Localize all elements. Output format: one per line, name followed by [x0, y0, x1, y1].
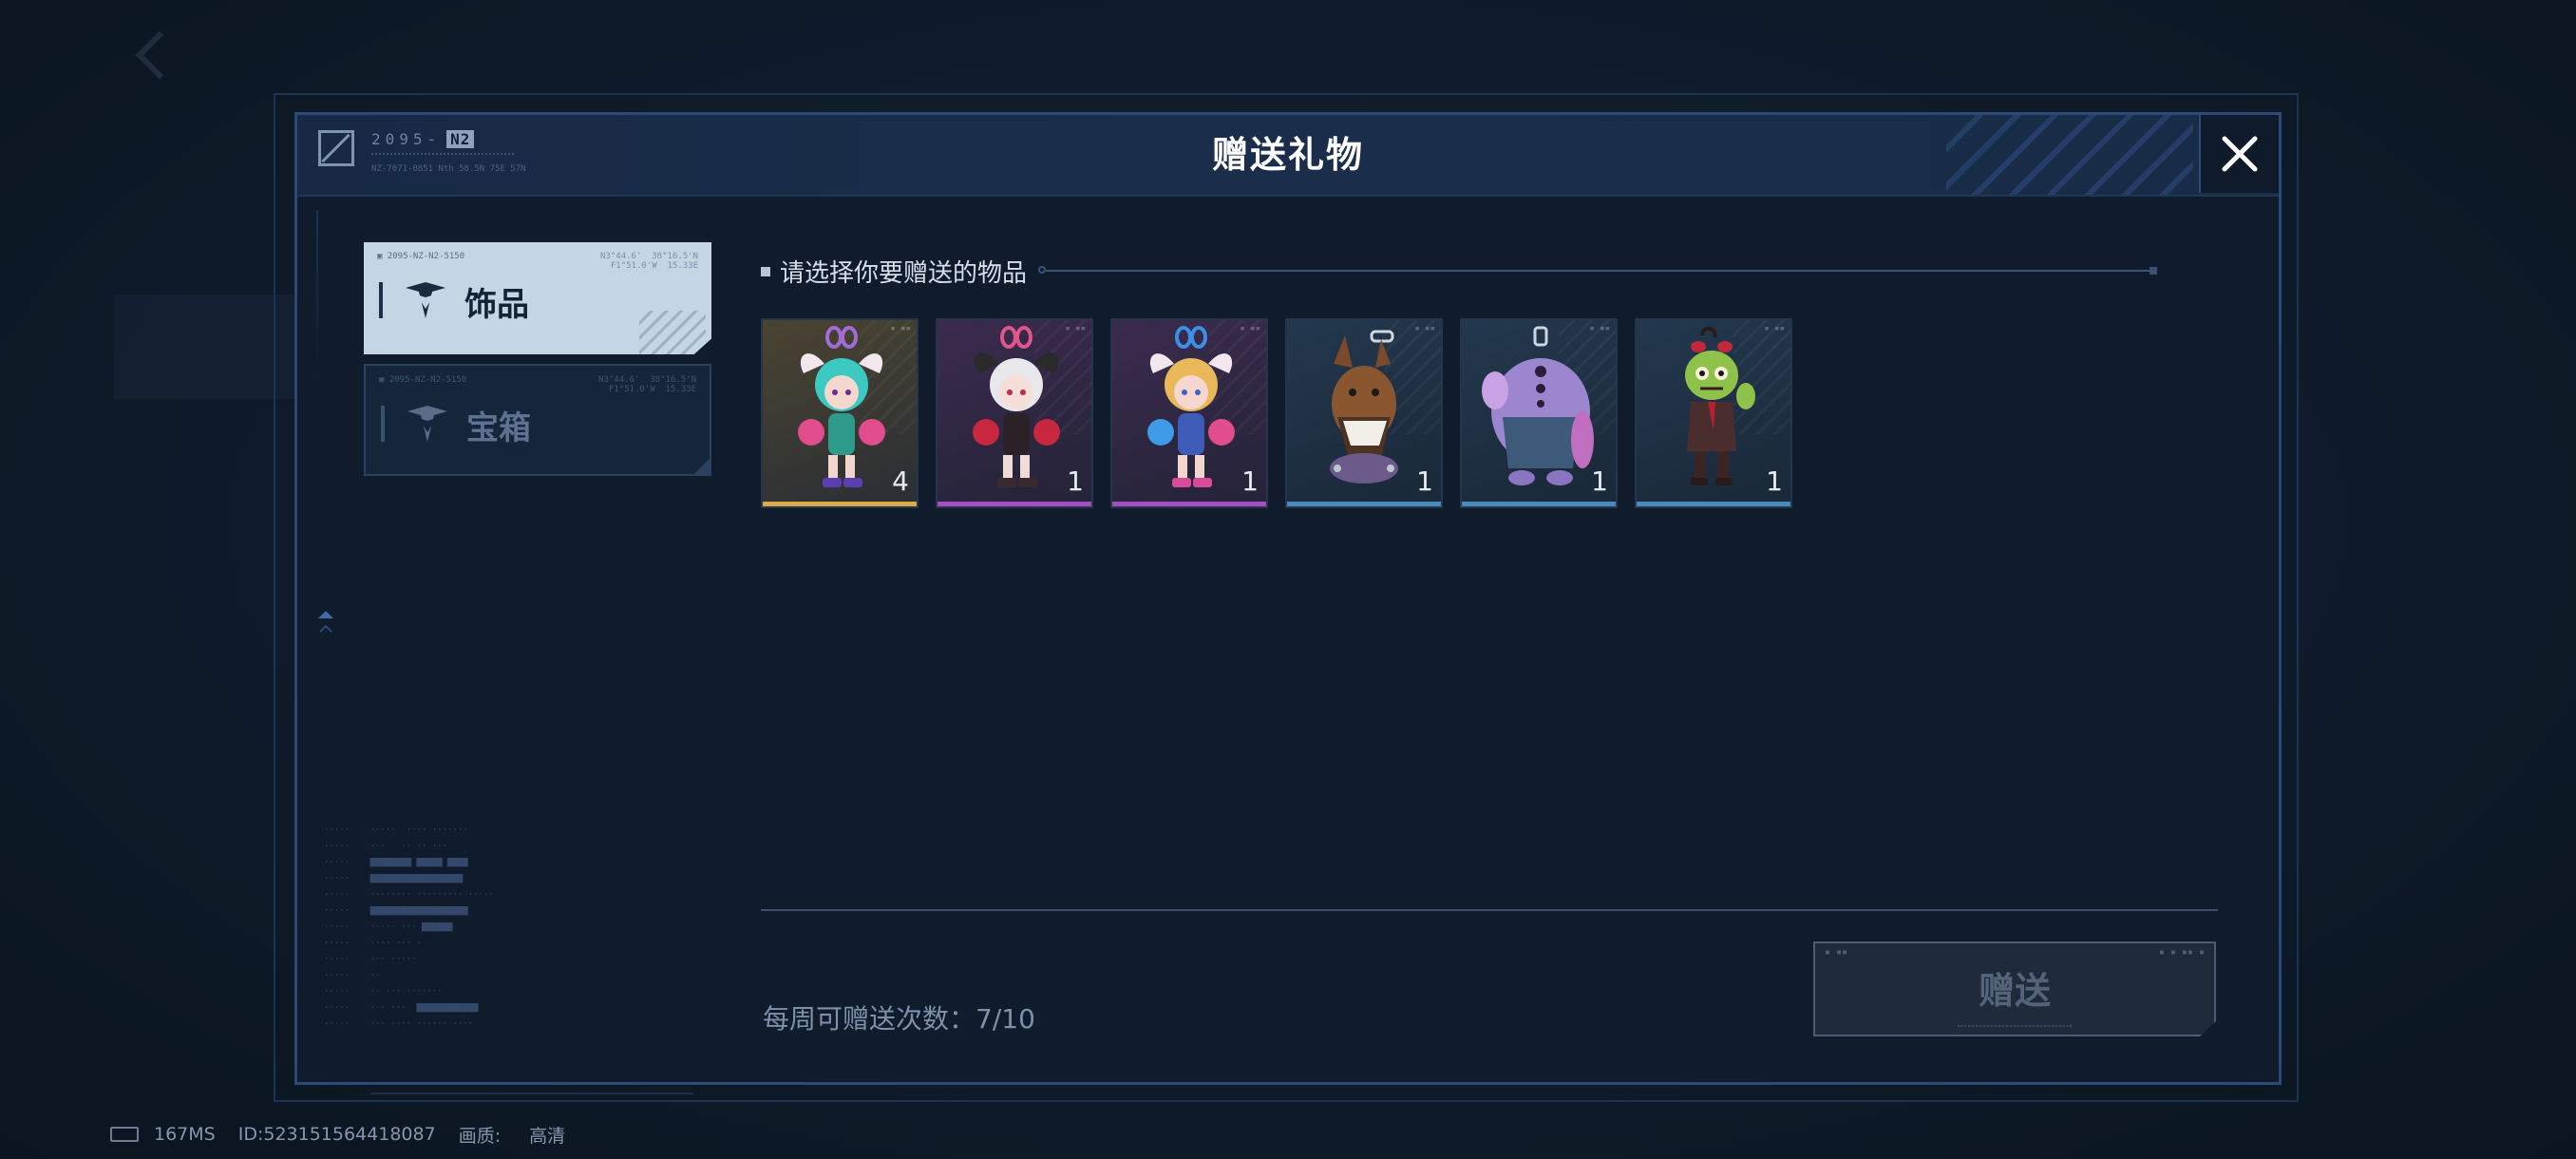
tab-micro-right: N3°44.6' 38°16.5'N F1°51.0'W 15.33E — [600, 252, 698, 271]
tab-micro-left: ▣ 2095-NZ-N2-5150 — [379, 375, 467, 385]
close-icon — [2222, 136, 2258, 172]
prompt-bullet — [761, 266, 770, 276]
white-bunny-pendant-icon — [973, 326, 1060, 487]
item-slot[interactable]: ▪ ▪▪ 1 — [1635, 318, 1792, 508]
emblem-icon — [407, 406, 447, 442]
send-button[interactable]: ▪ ▪▪ ▪ ▪ ▪▪ ▪ 赠送 — [1813, 941, 2216, 1036]
background-back-hint — [135, 30, 313, 95]
item-count: 1 — [1067, 466, 1084, 497]
keyboard-icon — [110, 1127, 139, 1142]
weekly-value: 7/10 — [975, 1003, 1035, 1035]
prompt-line — [1038, 266, 2157, 275]
content-divider — [761, 909, 2218, 911]
side-deco-line — [316, 210, 318, 381]
tab-label: 宝箱 — [466, 409, 531, 447]
tab-hatch — [639, 311, 706, 354]
item-slot[interactable]: ▪ ▪▪ 1 — [1285, 318, 1443, 508]
footer-deco — [370, 1092, 693, 1104]
dog-head-pendant-icon — [1330, 330, 1398, 484]
item-count: 1 — [1766, 466, 1783, 497]
blonde-bunny-pendant-icon — [1147, 326, 1235, 487]
zombie-pendant-icon — [1685, 326, 1755, 485]
item-count: 4 — [892, 466, 909, 497]
quality-text: 画质: 高清 — [459, 1122, 588, 1148]
tab-accessories[interactable]: ▣ 2095-NZ-N2-5150 N3°44.6' 38°16.5'N F1°… — [364, 242, 711, 354]
item-slot[interactable]: ▪ ▪▪ 1 — [1460, 318, 1618, 508]
item-count: 1 — [1416, 466, 1433, 497]
quality-value: 高清 — [529, 1125, 566, 1147]
emblem-icon — [406, 282, 445, 318]
cyan-bunny-pendant-icon — [798, 326, 885, 487]
weekly-label: 每周可赠送次数： — [763, 1003, 976, 1035]
item-slot[interactable]: ▪ ▪▪ 1 — [1110, 318, 1268, 508]
rarity-bar — [763, 502, 917, 506]
rarity-bar — [1462, 502, 1616, 506]
tab-indicator — [379, 282, 383, 318]
quality-label: 画质: — [458, 1125, 502, 1147]
tab-label: 饰品 — [464, 286, 529, 324]
rarity-bar — [1287, 502, 1441, 506]
item-count: 1 — [1591, 466, 1608, 497]
deco-info-text: ····· ····· ···· ······· ····· ··· ·· ··… — [324, 826, 494, 1029]
player-id-text: ID:523151564418087 — [237, 1124, 436, 1145]
send-button-label: 赠送 — [1978, 970, 2051, 1012]
tab-micro-right: N3°44.6' 38°16.5'N F1°51.0'W 15.33E — [598, 375, 696, 394]
scroll-up-icon — [318, 611, 333, 633]
select-item-prompt: 请选择你要赠送的物品 — [761, 254, 1027, 289]
status-bar: 167MS ID:523151564418087 画质: 高清 — [110, 1122, 611, 1148]
rarity-bar — [938, 502, 1091, 506]
tab-indicator — [381, 406, 385, 442]
close-button[interactable] — [2199, 115, 2279, 193]
prompt-text: 请选择你要赠送的物品 — [780, 259, 1028, 288]
rarity-bar — [1112, 502, 1266, 506]
item-slot[interactable]: ▪ ▪▪ 4 — [761, 318, 919, 508]
dialog-header: 2095- N2 NZ-7071-0851 Nth 58.5N 75E 57N 赠… — [297, 115, 2279, 197]
tab-micro-left: ▣ 2095-NZ-N2-5150 — [377, 252, 465, 261]
gift-dialog: 2095- N2 NZ-7071-0851 Nth 58.5N 75E 57N 赠… — [294, 112, 2282, 1085]
weekly-send-count: 每周可赠送次数：7/10 — [763, 998, 1035, 1036]
send-button-deco — [1958, 1025, 2072, 1027]
tab-chests[interactable]: ▣ 2095-NZ-N2-5150 N3°44.6' 38°16.5'N F1°… — [364, 364, 711, 476]
rarity-bar — [1637, 502, 1790, 506]
purple-monster-pendant-icon — [1482, 326, 1594, 485]
dialog-title: 赠送礼物 — [1211, 134, 1364, 176]
item-slot[interactable]: ▪ ▪▪ 1 — [936, 318, 1093, 508]
ping-text: 167MS — [154, 1124, 216, 1145]
item-count: 1 — [1241, 466, 1259, 497]
